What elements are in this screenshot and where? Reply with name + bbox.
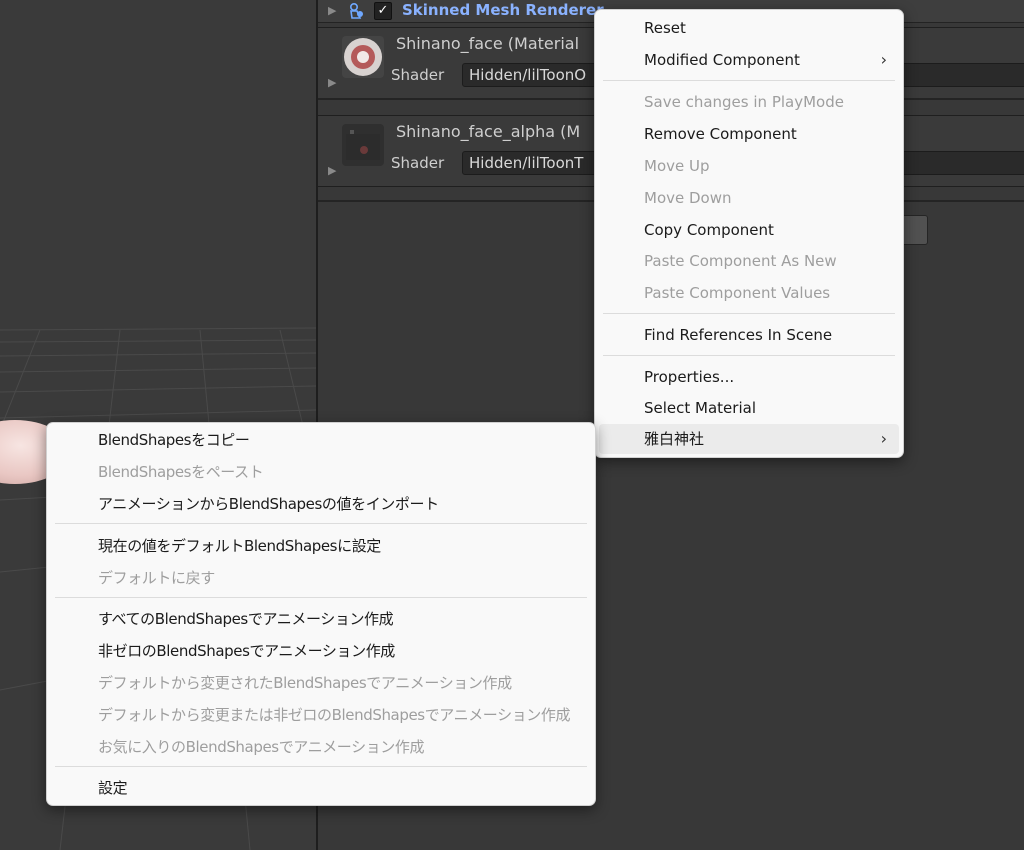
foldout-icon[interactable]: ▶ bbox=[328, 164, 336, 177]
menu-divider bbox=[55, 523, 587, 524]
menu-item-copy-component[interactable]: Copy Component bbox=[599, 215, 899, 245]
menu-item-select-material[interactable]: Select Material bbox=[599, 393, 899, 423]
foldout-icon[interactable]: ▶ bbox=[328, 4, 336, 17]
material-thumbnail bbox=[342, 124, 384, 166]
material-name: Shinano_face (Material bbox=[396, 34, 580, 53]
menu-item-set-default-blendshapes[interactable]: 現在の値をデフォルトBlendShapesに設定 bbox=[51, 531, 591, 561]
menu-item-create-animation-all[interactable]: すべてのBlendShapesでアニメーション作成 bbox=[51, 604, 591, 634]
menu-item-create-animation-nonzero[interactable]: 非ゼロのBlendShapesでアニメーション作成 bbox=[51, 636, 591, 666]
menu-item-modified-component[interactable]: Modified Component › bbox=[599, 45, 899, 75]
menu-item-settings[interactable]: 設定 bbox=[51, 773, 591, 803]
shader-label: Shader bbox=[391, 66, 445, 84]
menu-item-reset-to-default: デフォルトに戻す bbox=[98, 569, 215, 587]
menu-item-reset[interactable]: Reset bbox=[599, 13, 899, 43]
menu-item-import-blendshapes-from-animation[interactable]: アニメーションからBlendShapesの値をインポート bbox=[51, 489, 591, 519]
menu-item-create-animation-favorites: お気に入りのBlendShapesでアニメーション作成 bbox=[98, 738, 425, 756]
component-title: Skinned Mesh Renderer bbox=[402, 1, 604, 19]
menu-divider bbox=[55, 597, 587, 598]
menu-item-miyabi-jinja[interactable]: 雅白神社 › bbox=[599, 424, 899, 454]
menu-item-paste-component-values: Paste Component Values bbox=[644, 284, 831, 302]
component-context-menu: Reset Modified Component › Save changes … bbox=[594, 9, 904, 458]
menu-divider bbox=[603, 80, 895, 81]
chevron-right-icon: › bbox=[880, 429, 887, 448]
component-enabled-checkbox[interactable]: ✓ bbox=[374, 2, 392, 20]
menu-item-find-references-in-scene[interactable]: Find References In Scene bbox=[599, 320, 899, 350]
chevron-right-icon: › bbox=[880, 50, 887, 69]
menu-item-paste-component-as-new: Paste Component As New bbox=[644, 252, 837, 270]
menu-item-copy-blendshapes[interactable]: BlendShapesをコピー bbox=[51, 425, 591, 455]
menu-divider bbox=[55, 766, 587, 767]
menu-item-create-animation-changed: デフォルトから変更されたBlendShapesでアニメーション作成 bbox=[98, 674, 512, 692]
menu-item-save-changes-in-playmode: Save changes in PlayMode bbox=[644, 93, 844, 111]
skinned-mesh-icon bbox=[349, 2, 363, 19]
material-name: Shinano_face_alpha (M bbox=[396, 122, 581, 141]
menu-item-remove-component[interactable]: Remove Component bbox=[599, 119, 899, 149]
menu-item-paste-blendshapes: BlendShapesをペースト bbox=[98, 463, 264, 481]
menu-divider bbox=[603, 355, 895, 356]
menu-item-move-down: Move Down bbox=[644, 189, 732, 207]
blendshape-submenu: BlendShapesをコピー BlendShapesをペースト アニメーション… bbox=[46, 422, 596, 806]
menu-item-properties[interactable]: Properties... bbox=[599, 362, 899, 392]
menu-item-move-up: Move Up bbox=[644, 157, 710, 175]
shader-label: Shader bbox=[391, 154, 445, 172]
material-thumbnail bbox=[342, 36, 384, 78]
menu-item-create-animation-changed-or-nonzero: デフォルトから変更または非ゼロのBlendShapesでアニメーション作成 bbox=[98, 706, 571, 724]
foldout-icon[interactable]: ▶ bbox=[328, 76, 336, 89]
menu-divider bbox=[603, 313, 895, 314]
